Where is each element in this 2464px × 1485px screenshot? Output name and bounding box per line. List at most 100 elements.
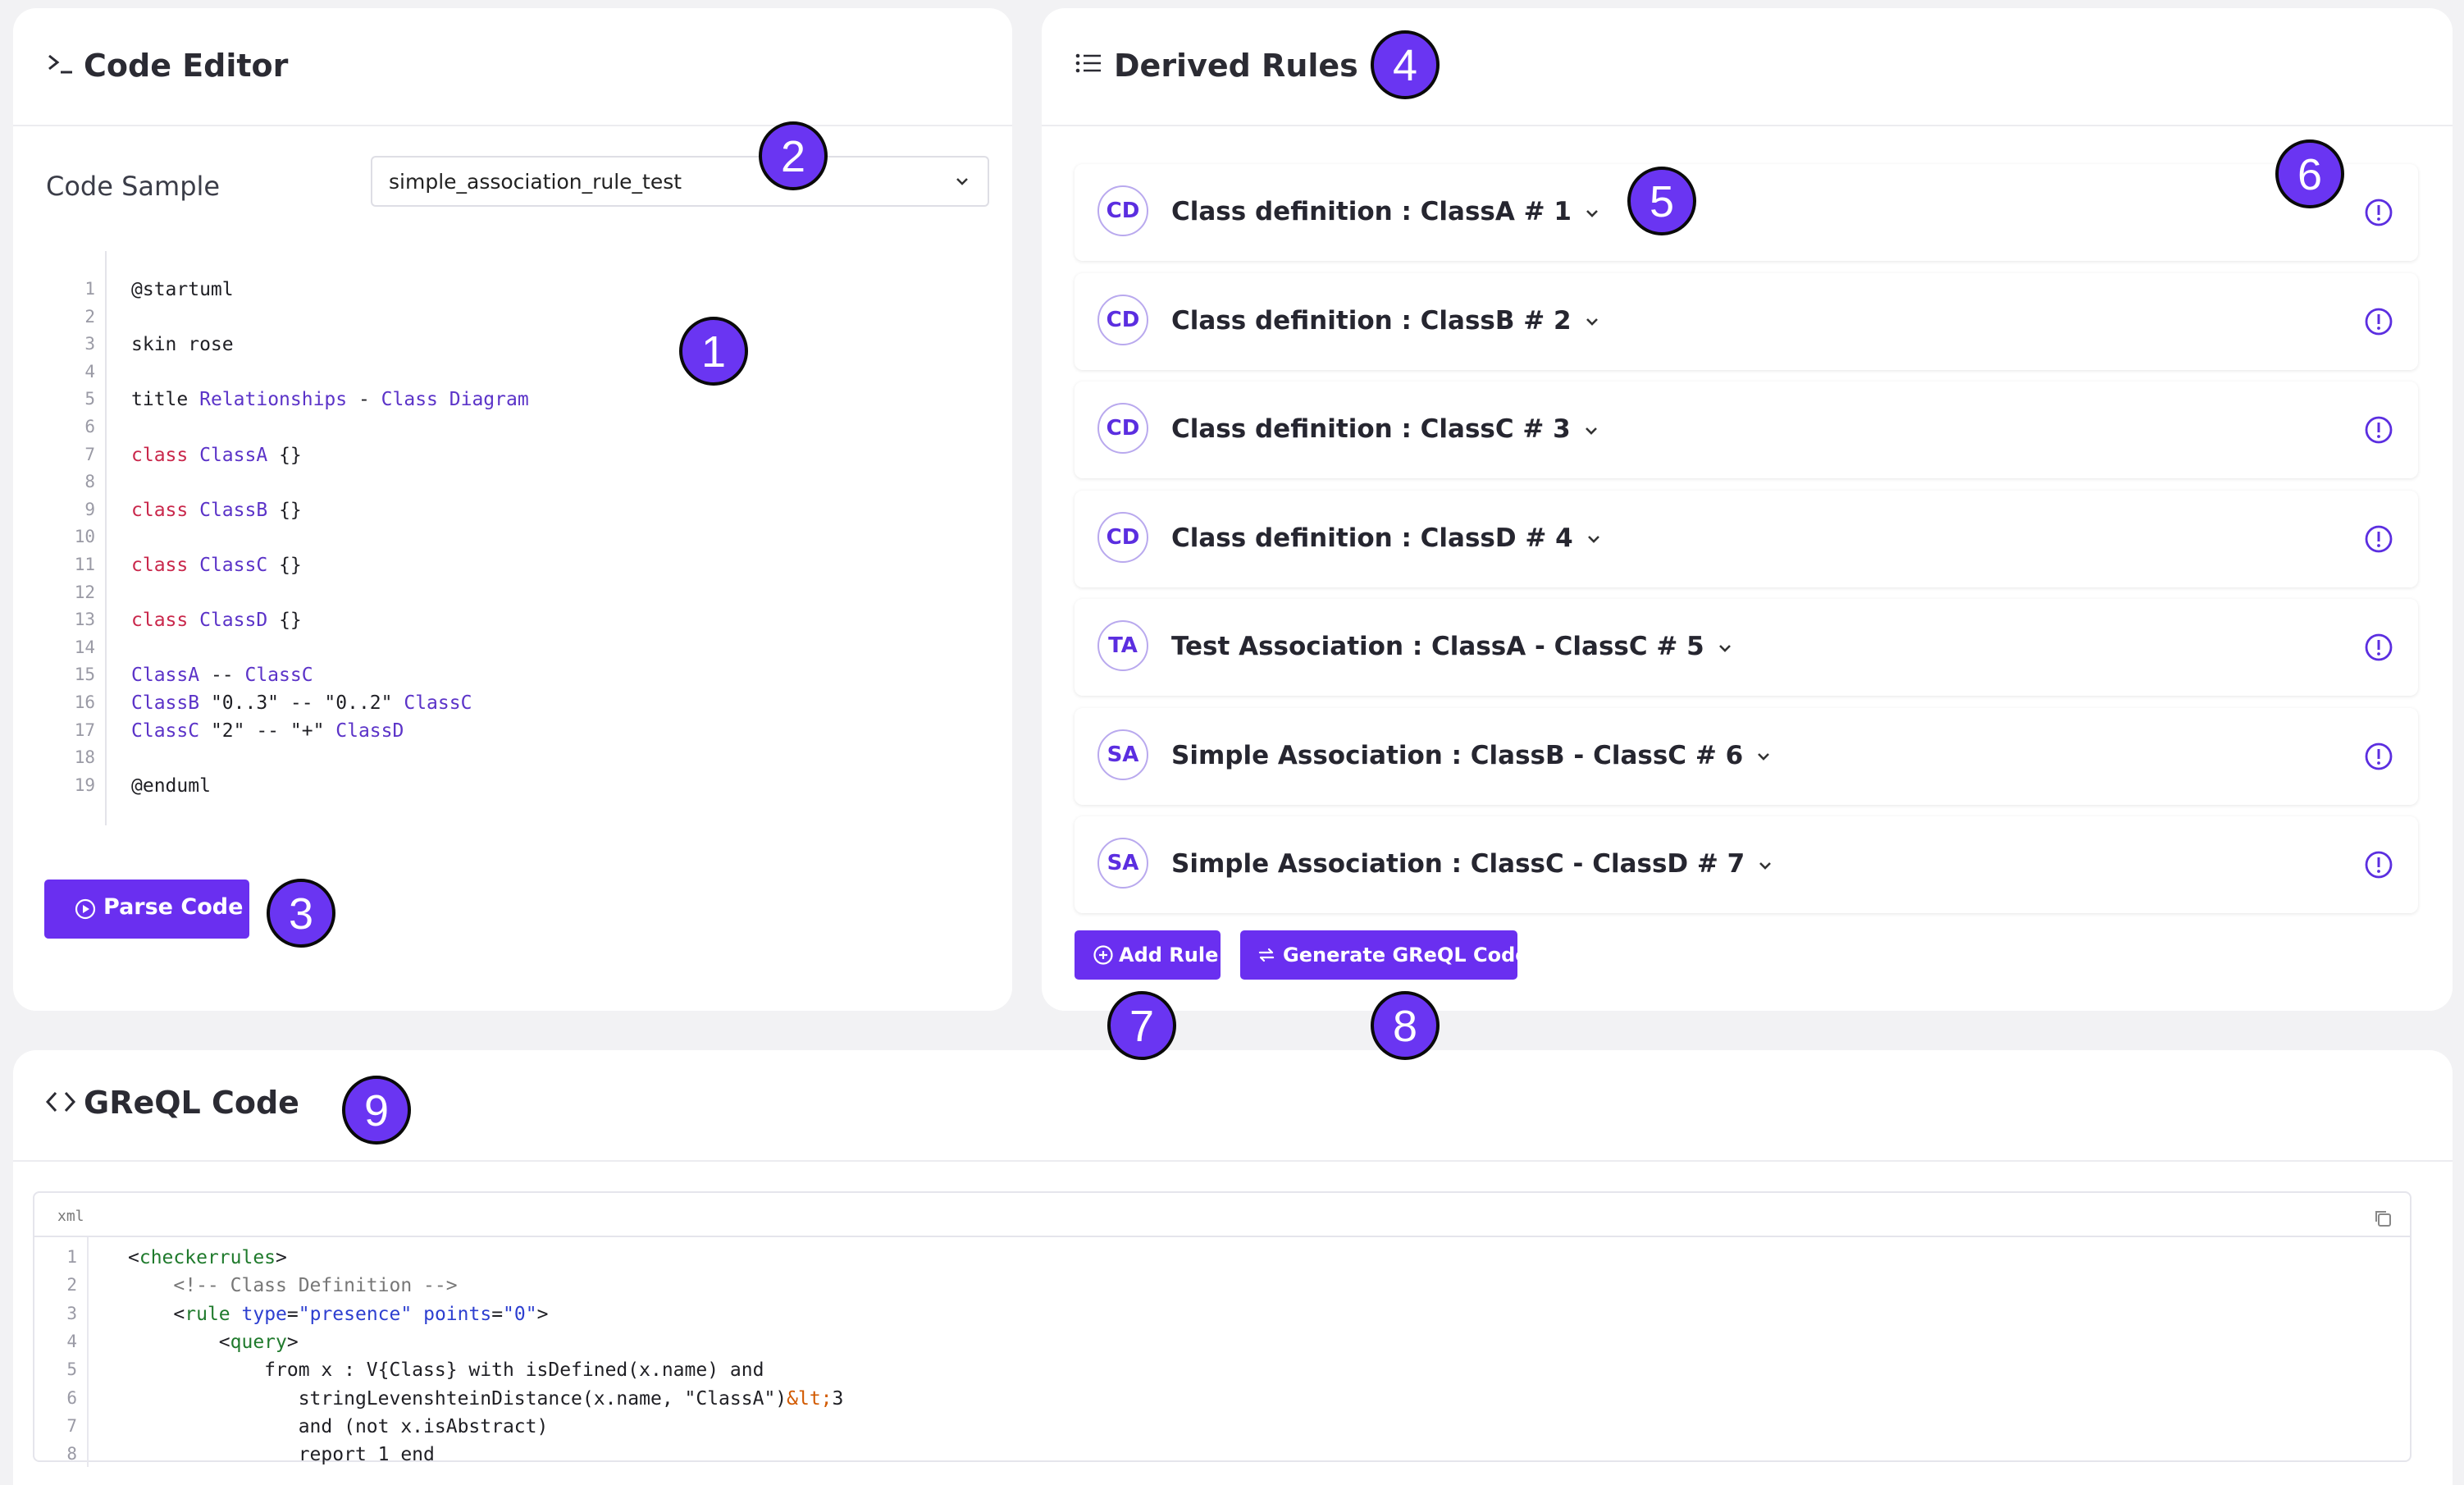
chevron-down-icon[interactable] <box>1754 747 1773 765</box>
line-number: 17 <box>74 720 95 740</box>
callout-1: 1 <box>679 317 748 386</box>
chevron-down-icon[interactable] <box>1585 530 1603 548</box>
rule-type-badge: CD <box>1097 403 1148 454</box>
derived-rules-title: Derived Rules <box>1114 48 1358 84</box>
callout-7: 7 <box>1107 991 1176 1060</box>
rule-title[interactable]: Simple Association : ClassB - ClassC # 6 <box>1171 741 1773 770</box>
plus-circle-icon <box>1093 945 1113 965</box>
rule-item[interactable]: TA Test Association : ClassA - ClassC # 5 <box>1075 599 2418 696</box>
xml-line-number: 5 <box>66 1359 77 1380</box>
info-circle-icon[interactable] <box>2364 850 2393 880</box>
callout-6: 6 <box>2275 139 2344 208</box>
xml-line-number: 8 <box>66 1444 77 1464</box>
line-number: 18 <box>74 747 95 768</box>
code-editor-title: Code Editor <box>84 48 289 84</box>
line-number: 12 <box>74 582 95 602</box>
callout-3: 3 <box>267 879 335 948</box>
rule-title[interactable]: Test Association : ClassA - ClassC # 5 <box>1171 632 1734 661</box>
rule-type-badge: CD <box>1097 294 1148 345</box>
rule-label: Class definition : ClassC # 3 <box>1171 414 1571 444</box>
line-number: 14 <box>74 637 95 657</box>
callout-2: 2 <box>759 121 828 190</box>
rule-label: Simple Association : ClassB - ClassC # 6 <box>1171 740 1744 770</box>
derived-rules-panel: Derived Rules CD Class definition : Class… <box>1042 8 2453 1011</box>
xml-code-line: stringLevenshteinDistance(x.name, "Class… <box>128 1387 844 1410</box>
terminal-icon <box>48 54 72 74</box>
line-number: 8 <box>84 472 95 492</box>
code-line: class ClassA {} <box>131 444 302 466</box>
code-editor-header: Code Editor <box>13 8 1012 126</box>
callout-9: 9 <box>342 1076 411 1145</box>
rule-label: Class definition : ClassB # 2 <box>1171 305 1572 336</box>
info-circle-icon[interactable] <box>2364 415 2393 445</box>
xml-code-line: report 1 end <box>128 1444 435 1466</box>
rule-type-badge: TA <box>1097 620 1148 671</box>
code-line: skin rose <box>131 334 234 356</box>
line-number-gutter: 1 2 3 4 5 6 7 8 9 10 11 12 13 14 15 16 17 18 19 <box>46 251 107 825</box>
rule-type-badge: CD <box>1097 185 1148 236</box>
chevron-down-icon[interactable] <box>1756 857 1774 875</box>
xml-line-number: 2 <box>66 1275 77 1295</box>
rule-title[interactable]: Simple Association : ClassC - ClassD # 7 <box>1171 849 1774 879</box>
code-sample-label: Code Sample <box>46 171 221 202</box>
rule-item[interactable]: CD Class definition : ClassD # 4 <box>1075 490 2418 587</box>
rule-item[interactable]: CD Class definition : ClassC # 3 <box>1075 382 2418 478</box>
play-circle-icon <box>75 898 96 920</box>
rule-item[interactable]: CD Class definition : ClassA # 1 <box>1075 164 2418 261</box>
parse-code-label: Parse Code <box>103 894 244 920</box>
greql-title: GReQL Code <box>84 1085 299 1121</box>
rule-type-badge: CD <box>1097 511 1148 563</box>
line-number: 19 <box>74 774 95 795</box>
line-number: 10 <box>74 527 95 547</box>
line-number: 6 <box>84 417 95 436</box>
info-circle-icon[interactable] <box>2364 742 2393 771</box>
line-number: 4 <box>84 361 95 382</box>
info-circle-icon[interactable] <box>2364 524 2393 554</box>
add-rule-label: Add Rule <box>1119 944 1219 966</box>
greql-code-block[interactable]: xml 1 2 3 4 5 6 7 8 <checkerrules> <!-- Class D… <box>33 1191 2412 1467</box>
code-editor-textarea[interactable]: 1 2 3 4 5 6 7 8 9 10 11 12 13 14 15 16 17 18 19 @startuml s… <box>46 251 989 825</box>
chevron-down-icon[interactable] <box>1583 204 1601 222</box>
code-brackets-icon <box>45 1091 76 1113</box>
parse-code-button[interactable]: Parse Code <box>44 880 249 939</box>
callout-8: 8 <box>1371 991 1440 1060</box>
code-line: title Relationships - Class Diagram <box>131 389 529 411</box>
info-circle-icon[interactable] <box>2364 198 2393 227</box>
code-line: ClassB "0..3" -- "0..2" ClassC <box>131 692 472 714</box>
chevron-down-icon[interactable] <box>1583 313 1601 331</box>
line-number: 16 <box>74 692 95 712</box>
code-line: class ClassC {} <box>131 555 302 576</box>
line-number: 15 <box>74 665 95 685</box>
add-rule-button[interactable]: Add Rule <box>1075 930 1221 980</box>
chevron-down-icon[interactable] <box>1716 639 1734 657</box>
rule-item[interactable]: SA Simple Association : ClassC - ClassD #… <box>1075 816 2418 913</box>
chevron-down-icon <box>956 178 968 185</box>
xml-line-number: 1 <box>66 1247 77 1267</box>
xml-code-line: <rule type="presence" points="0"> <box>128 1303 549 1325</box>
rule-item[interactable]: CD Class definition : ClassB # 2 <box>1075 272 2418 370</box>
derived-rules-header: Derived Rules <box>1042 8 2453 126</box>
copy-icon[interactable] <box>2372 1208 2393 1229</box>
line-number: 2 <box>84 306 95 327</box>
xml-content: <checkerrules> <!-- Class Definition -->… <box>87 1237 2410 1465</box>
code-sample-select[interactable]: simple_association_rule_test <box>371 156 989 207</box>
refresh-icon <box>1258 948 1275 962</box>
chevron-down-icon[interactable] <box>1582 422 1600 440</box>
rule-title[interactable]: Class definition : ClassC # 3 <box>1171 414 1600 444</box>
code-line: ClassC "2" -- "+" ClassD <box>131 720 404 742</box>
rule-label: Simple Association : ClassC - ClassD # 7 <box>1171 849 1745 879</box>
rule-title[interactable]: Class definition : ClassD # 4 <box>1171 523 1603 553</box>
list-icon <box>1075 53 1101 73</box>
rule-label: Class definition : ClassD # 4 <box>1171 523 1573 553</box>
line-number: 3 <box>84 334 95 354</box>
rule-item[interactable]: SA Simple Association : ClassB - ClassC #… <box>1075 707 2418 805</box>
rule-title[interactable]: Class definition : ClassB # 2 <box>1171 306 1601 336</box>
info-circle-icon[interactable] <box>2364 633 2393 662</box>
generate-greql-button[interactable]: Generate GReQL Code <box>1240 930 1529 980</box>
rule-type-badge: SA <box>1097 838 1148 889</box>
rule-title[interactable]: Class definition : ClassA # 1 <box>1171 197 1601 226</box>
code-line: class ClassD {} <box>131 610 302 632</box>
xml-line-number: 7 <box>66 1415 77 1436</box>
code-line: @startuml <box>131 279 234 300</box>
info-circle-icon[interactable] <box>2364 307 2393 336</box>
